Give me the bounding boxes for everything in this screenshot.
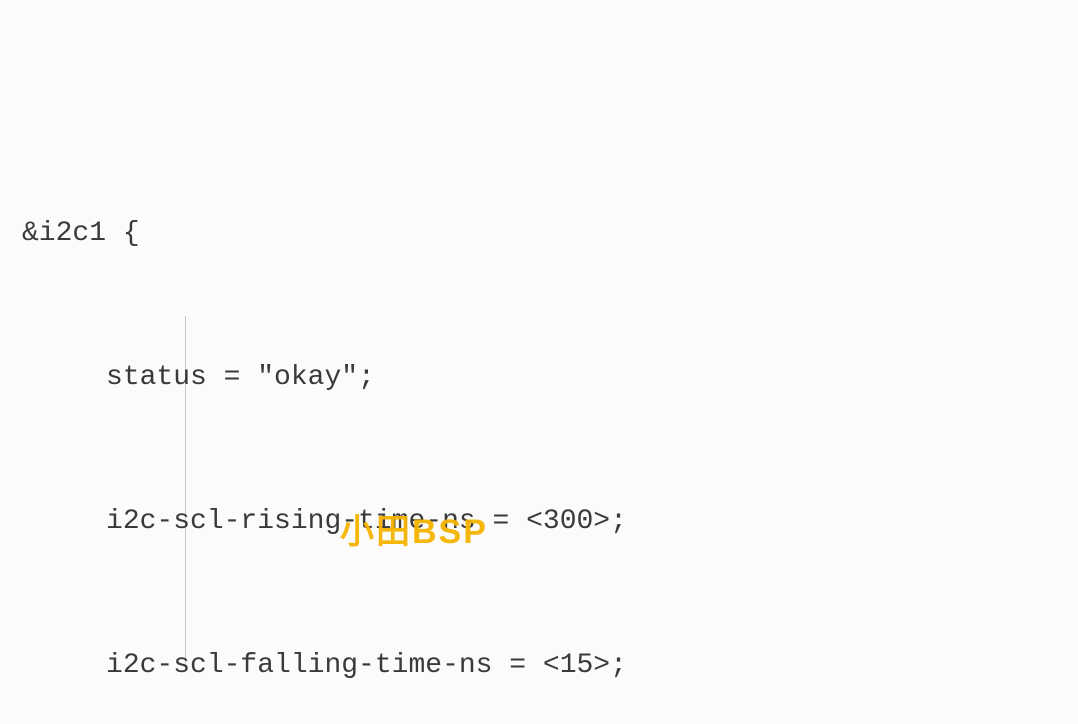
code-line: i2c-scl-rising-time-ns = <300>; <box>0 498 1078 546</box>
code-line: status = "okay"; <box>0 354 1078 402</box>
code-line: &i2c1 { <box>0 210 1078 258</box>
code-block: &i2c1 { status = "okay"; i2c-scl-rising-… <box>0 0 1078 724</box>
code-line: i2c-scl-falling-time-ns = <15>; <box>0 642 1078 690</box>
